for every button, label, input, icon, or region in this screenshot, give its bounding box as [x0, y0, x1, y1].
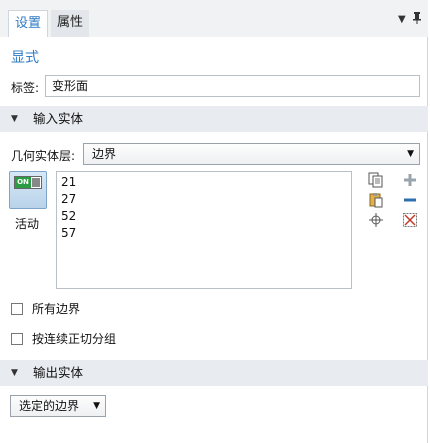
clear-selection-icon[interactable]	[401, 211, 419, 229]
selection-list[interactable]: 21 27 52 57	[56, 171, 352, 289]
collapse-triangle-icon: ▼	[11, 368, 18, 378]
output-entities-select[interactable]: 选定的边界 ▼	[10, 395, 106, 417]
checkbox[interactable]	[11, 302, 23, 315]
label-field-label: 标签:	[11, 81, 40, 95]
collapse-triangle-icon: ▼	[11, 114, 18, 124]
geometry-level-select[interactable]: 边界 ▼	[83, 143, 420, 165]
chevron-down-icon: ▼	[93, 401, 100, 411]
list-item[interactable]: 57	[61, 225, 347, 242]
pin-icon[interactable]	[413, 12, 421, 27]
list-item[interactable]: 52	[61, 208, 347, 225]
checkbox-label: 按连续正切分组	[32, 332, 117, 346]
checkbox-label: 所有边界	[32, 302, 81, 316]
add-icon[interactable]	[401, 171, 419, 189]
label-input[interactable]: 变形面	[45, 75, 420, 97]
zoom-extents-icon[interactable]	[367, 211, 385, 229]
settings-panel: 设置 属性 ▼ 显式 标签: 变形面 ▼ 输入实体 几何实体层: 边界 ▼ ON…	[0, 0, 428, 443]
active-toggle-button[interactable]: ON	[9, 171, 47, 209]
toggle-on-text: ON	[15, 177, 31, 188]
active-toggle-label: 活动	[15, 217, 40, 231]
geometry-level-label: 几何实体层:	[11, 149, 76, 163]
section-title: 输入实体	[33, 111, 84, 126]
checkbox-group-by-tangent[interactable]: 按连续正切分组	[11, 330, 116, 347]
dropdown-icon[interactable]: ▼	[398, 14, 406, 25]
checkbox-all-boundaries[interactable]: 所有边界	[11, 300, 80, 317]
chevron-down-icon: ▼	[407, 149, 414, 159]
tab-properties[interactable]: 属性	[51, 10, 90, 37]
copy-icon[interactable]	[367, 171, 385, 189]
list-item[interactable]: 21	[61, 174, 347, 191]
section-title: 输出实体	[33, 365, 84, 380]
toggle-knob	[32, 178, 40, 187]
checkbox[interactable]	[11, 332, 23, 345]
output-select-value: 选定的边界	[19, 399, 80, 413]
list-item[interactable]: 27	[61, 191, 347, 208]
input-entities-section-header[interactable]: ▼ 输入实体	[0, 106, 428, 132]
geometry-level-value: 边界	[92, 147, 117, 161]
output-entities-section-header[interactable]: ▼ 输出实体	[0, 360, 428, 386]
remove-icon[interactable]	[401, 191, 419, 209]
toggle-switch-icon: ON	[14, 176, 42, 189]
paste-icon[interactable]	[367, 191, 385, 209]
tab-bar: 设置 属性 ▼	[0, 0, 428, 37]
tab-settings[interactable]: 设置	[8, 10, 49, 37]
page-title: 显式	[11, 50, 39, 66]
